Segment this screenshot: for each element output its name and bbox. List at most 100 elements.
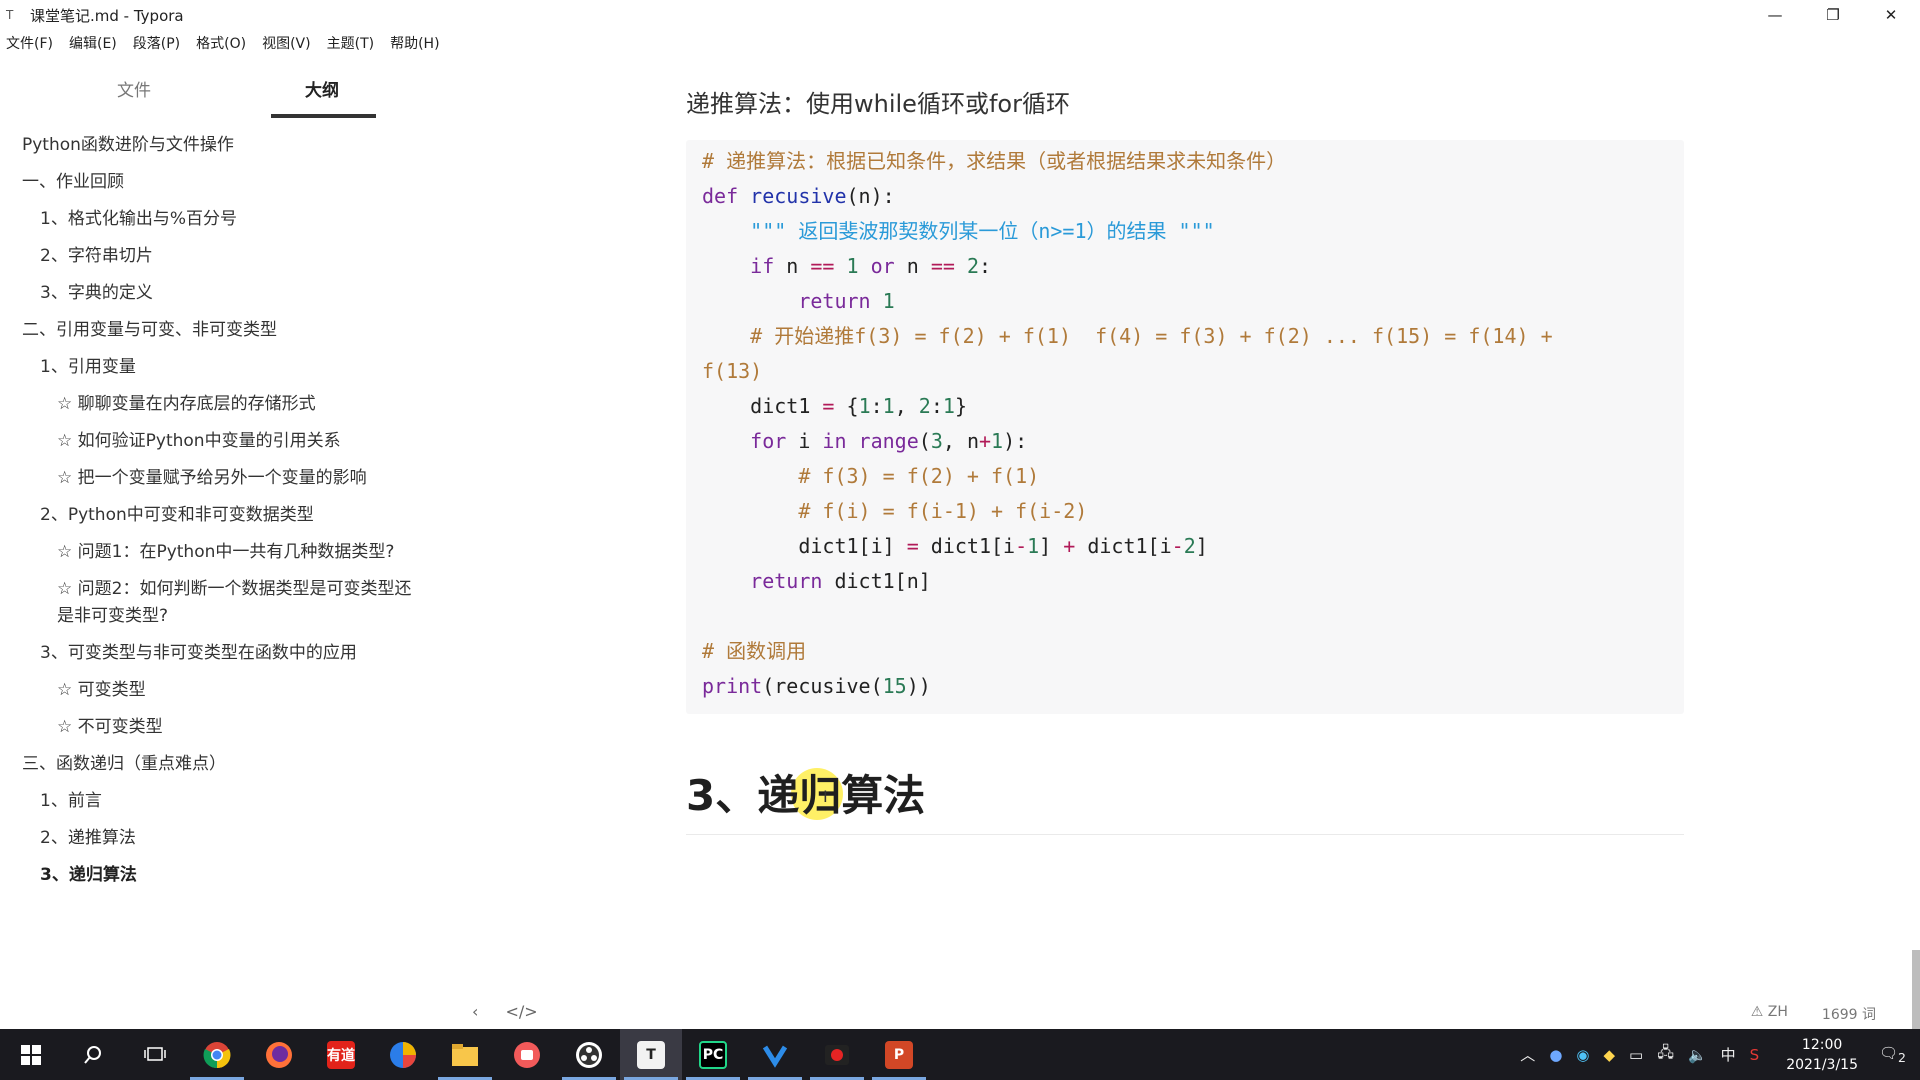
outline-item-active[interactable]: 3、递归算法 [40,862,137,889]
outline-item[interactable]: 二、引用变量与可变、非可变类型 [22,317,277,344]
code-token: in [822,429,847,453]
code-line: def recusive(n): [702,181,895,211]
outline-item[interactable]: 3、可变类型与非可变类型在函数中的应用 [40,640,357,667]
pycharm-icon[interactable]: PC [682,1029,744,1080]
restore-button[interactable]: ❐ [1804,0,1862,30]
clock-time: 12:00 [1801,1036,1843,1053]
code-block[interactable]: # 递推算法：根据已知条件，求结果（或者根据结果求未知条件） def recus… [686,140,1684,714]
tray-app-icon[interactable]: ● [1549,1046,1562,1064]
volume-icon[interactable]: 🔈 [1688,1046,1707,1064]
outline-item[interactable]: Python函数进阶与文件操作 [22,132,234,159]
sogou-ime-icon[interactable]: S [1750,1046,1760,1064]
section-heading[interactable]: 3、递归算法 [686,762,925,823]
code-token: ] [1195,534,1208,558]
outline-item[interactable]: 1、引用变量 [40,354,136,381]
search-icon[interactable] [62,1029,124,1080]
code-token: 1 [870,289,895,313]
code-token: : [979,254,992,278]
code-token: recusive [750,184,847,208]
outline-item[interactable]: ☆ 聊聊变量在内存底层的存储形式 [57,391,316,418]
code-line: if n == 1 or n == 2: [702,251,991,281]
sidebar-toggle-icon[interactable]: ‹ [472,1002,478,1021]
outline-item[interactable]: 2、Python中可变和非可变数据类型 [40,502,314,529]
firefox-icon[interactable] [248,1029,310,1080]
tab-files[interactable]: 文件 [117,76,151,101]
menu-help[interactable]: 帮助(H) [390,33,439,53]
code-token: 1 [846,254,859,278]
powerpoint-icon[interactable]: P [868,1029,930,1080]
task-view-icon[interactable] [124,1029,186,1080]
code-line: # 开始递推f(3) = f(2) + f(1) f(4) = f(3) + f… [702,324,1553,348]
menu-paragraph[interactable]: 段落(P) [133,33,180,53]
status-right: ⚠ ZH 1699 词 [1751,1004,1876,1024]
obs-icon[interactable] [558,1029,620,1080]
outline-item[interactable]: 2、字符串切片 [40,243,153,270]
notification-center-icon[interactable]: 🗨2 [1879,1044,1906,1065]
sidebar: 文件 大纲 Python函数进阶与文件操作 一、作业回顾 1、格式化输出与%百分… [0,62,430,992]
youdao-icon[interactable]: 有道 [310,1029,372,1080]
network-icon[interactable]: 🖧 [1657,1042,1674,1067]
tray-app2-icon[interactable]: ◉ [1576,1046,1589,1064]
red-app-icon[interactable] [496,1029,558,1080]
menu-edit[interactable]: 编辑(E) [69,33,117,53]
source-code-toggle-icon[interactable]: </> [506,1002,538,1021]
outline-item[interactable]: ☆ 问题2：如何判断一个数据类型是可变类型还是非可变类型? [57,576,427,630]
recorder-icon[interactable] [806,1029,868,1080]
code-token: n [774,254,811,278]
code-token: = [906,534,919,558]
battery-icon[interactable]: ▭ [1629,1046,1643,1064]
outline-item[interactable]: 2、递推算法 [40,825,136,852]
outline-item[interactable]: ☆ 不可变类型 [57,714,163,741]
taskbar: 有道 T PC P ︿ ● ◉ ◆ ▭ 🖧 🔈 中 S 12:00 2021/3… [0,1029,1920,1080]
tray-expand-icon[interactable]: ︿ [1520,1044,1535,1065]
outline-item[interactable]: ☆ 可变类型 [57,677,146,704]
word-count[interactable]: 1699 词 [1822,1004,1876,1024]
code-token: + [1063,534,1076,558]
clock-date: 2021/3/15 [1786,1056,1858,1073]
code-token: return [798,289,871,313]
outline-item[interactable]: 1、格式化输出与%百分号 [40,206,237,233]
file-explorer-icon[interactable] [434,1029,496,1080]
ime-indicator[interactable]: 中 [1721,1044,1736,1065]
menu-view[interactable]: 视图(V) [262,33,311,53]
typora-icon[interactable]: T [620,1029,682,1080]
code-token: dict1 [702,394,823,418]
code-token: 3 [930,429,943,453]
outline-item[interactable]: ☆ 把一个变量赋予给另外一个变量的影响 [57,465,367,492]
minimize-button[interactable]: — [1746,0,1804,30]
clock[interactable]: 12:00 2021/3/15 [1786,1035,1858,1075]
outline-item[interactable]: ☆ 如何验证Python中变量的引用关系 [57,428,341,455]
vscode-like-icon[interactable] [744,1029,806,1080]
code-token: dict1[i [1075,534,1172,558]
outline-item[interactable]: ☆ 问题1：在Python中一共有几种数据类型? [57,539,394,566]
spellcheck-language[interactable]: ⚠ ZH [1751,1004,1788,1024]
typora-app-icon: T [6,8,14,22]
menu-theme[interactable]: 主题(T) [327,33,374,53]
code-line: # 递推算法：根据已知条件，求结果（或者根据结果求未知条件） [702,149,1287,173]
tab-outline[interactable]: 大纲 [305,76,339,101]
window-title: 课堂笔记.md - Typora [30,6,184,25]
outline-item[interactable]: 一、作业回顾 [22,169,124,196]
code-token: 1 [882,394,895,418]
chrome-icon[interactable] [186,1029,248,1080]
outline-item[interactable]: 1、前言 [40,788,102,815]
code-token: dict1[i [918,534,1016,558]
code-token: - [1015,534,1028,558]
menu-format[interactable]: 格式(O) [196,33,246,53]
code-token: range [846,429,919,453]
sidebar-tabs: 文件 大纲 [0,62,430,120]
code-token: : [930,394,943,418]
tray-app3-icon[interactable]: ◆ [1604,1046,1616,1064]
code-token: } [954,394,967,418]
code-token: for [750,429,787,453]
outline-item[interactable]: 三、函数递归（重点难点） [22,751,226,778]
outline-item[interactable]: 3、字典的定义 [40,280,153,307]
windows-start-icon[interactable] [0,1029,62,1080]
code-token: (n): [846,184,895,208]
code-token: n [894,254,931,278]
close-button[interactable]: ✕ [1862,0,1920,30]
menu-file[interactable]: 文件(F) [6,33,53,53]
color-app-icon[interactable] [372,1029,434,1080]
